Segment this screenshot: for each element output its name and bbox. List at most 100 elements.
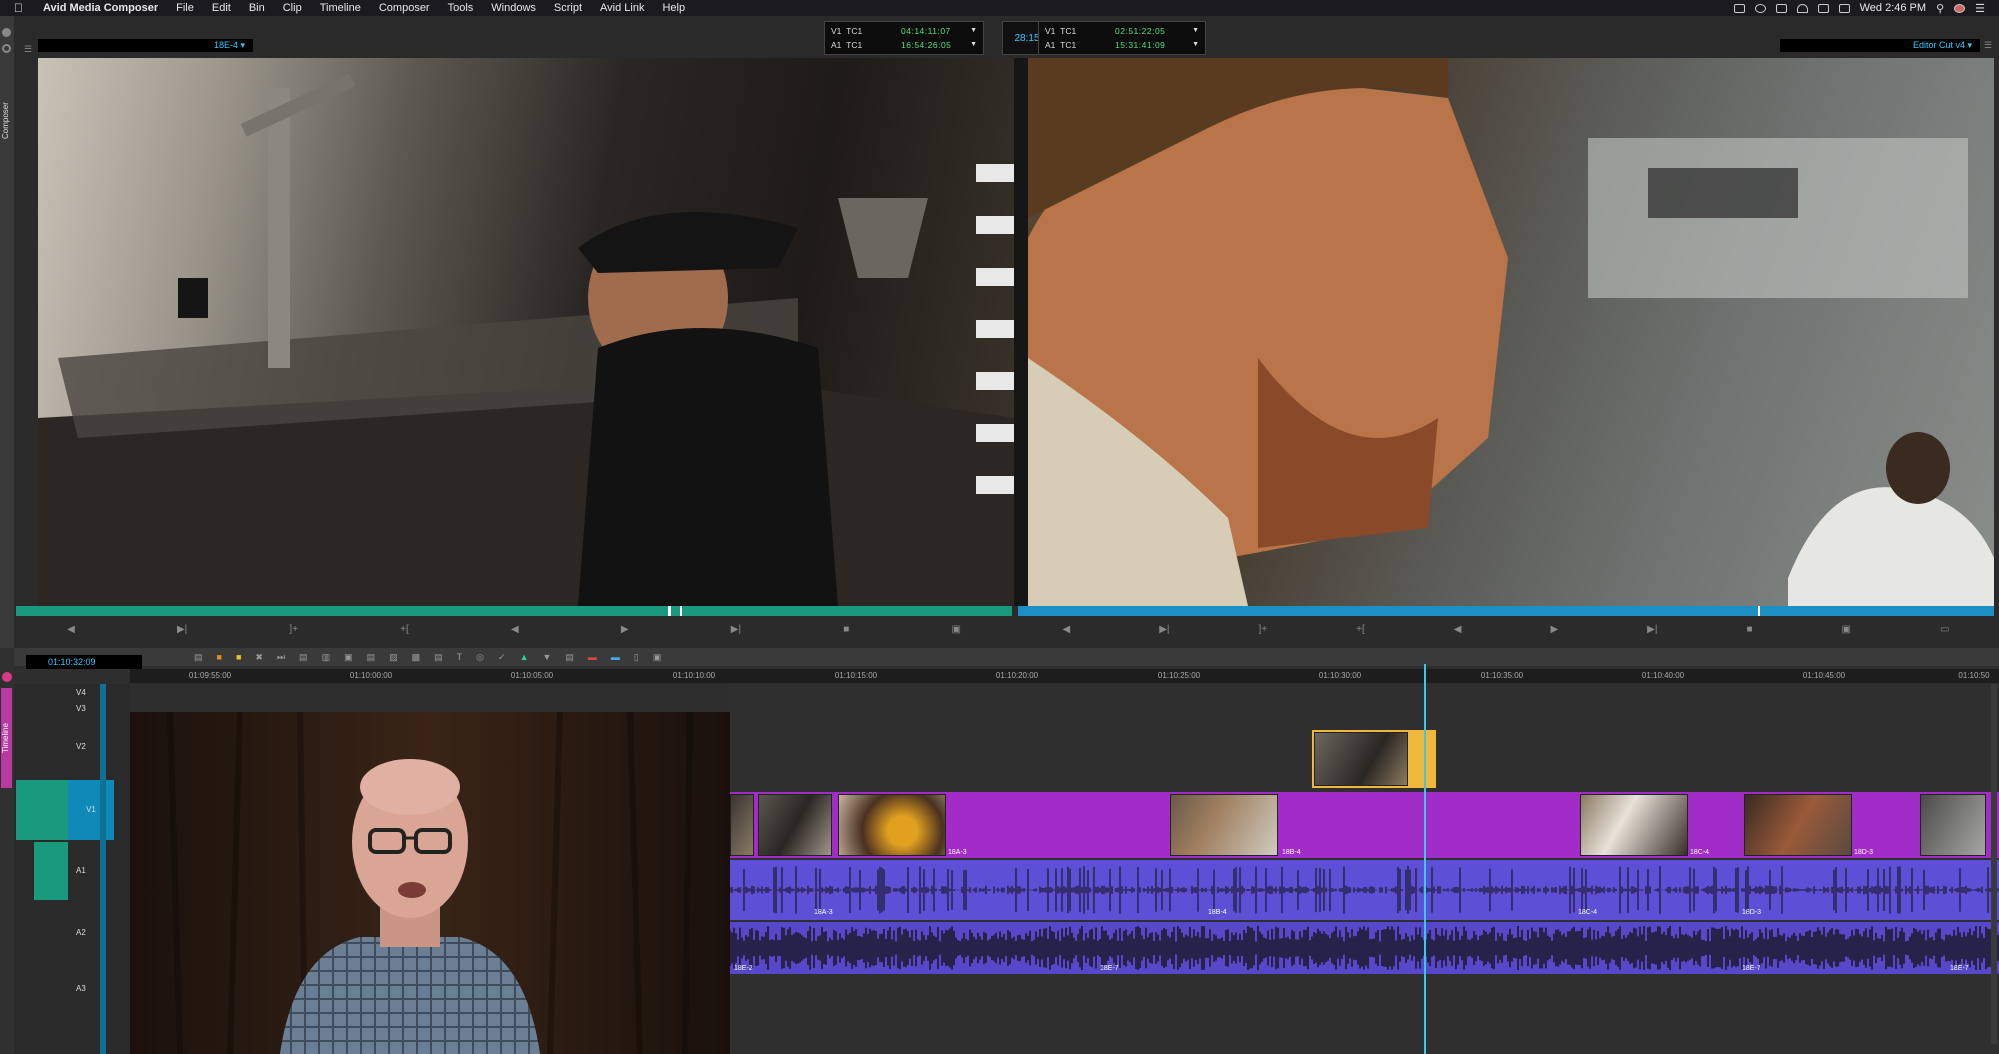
menu-bin[interactable]: Bin — [249, 2, 265, 14]
timeline-tool-icon[interactable]: ◎ — [476, 652, 484, 663]
record-timecode-display[interactable]: V1 TC1 02:51:22:05 ▼ A1 TC1 15:31:41:09 ▼ — [1038, 21, 1206, 55]
record-position-indicator[interactable] — [1758, 606, 1760, 616]
extract-icon[interactable]: ▣ — [1842, 624, 1851, 635]
v2-clip[interactable] — [1312, 730, 1436, 788]
menu-script[interactable]: Script — [554, 2, 582, 14]
a1-track-clips[interactable]: 18A-3 18B-4 18C-4 18D-3 — [730, 860, 1999, 920]
dropdown-arrow-icon[interactable]: ▼ — [970, 24, 977, 38]
play-icon[interactable]: ▶ — [1550, 624, 1558, 635]
composer-tab[interactable]: Composer — [1, 86, 12, 156]
timeline-tool-icon[interactable]: ▨ — [389, 652, 398, 663]
status-icon-sync[interactable] — [1754, 3, 1766, 13]
track-header-a3[interactable]: A3 — [76, 982, 86, 996]
a2-track-clips[interactable]: 18E-2 18E-7 18E-7 18E-7 — [730, 922, 1999, 974]
user-avatar-icon[interactable] — [1954, 3, 1966, 13]
menu-avid-link[interactable]: Avid Link — [600, 2, 644, 14]
timeline-tool-icon[interactable]: ▥ — [322, 652, 331, 663]
status-icon-airplay[interactable] — [1817, 3, 1829, 13]
timeline-tool-icon[interactable]: ✖ — [255, 652, 263, 663]
track-header-a2[interactable]: A2 — [76, 926, 86, 940]
menu-help[interactable]: Help — [662, 2, 685, 14]
status-icon-wifi[interactable] — [1796, 3, 1808, 13]
dropdown-arrow-icon[interactable]: ▼ — [970, 38, 977, 52]
source-monitor[interactable] — [38, 58, 1014, 606]
go-to-in-icon[interactable]: ◀ — [1454, 624, 1462, 635]
volume-icon[interactable] — [1838, 3, 1850, 13]
source-menu-icon[interactable]: ☰ — [24, 44, 32, 55]
timeline-tab[interactable]: Timeline — [1, 688, 12, 788]
trim-in-icon[interactable]: ]+ — [289, 624, 298, 635]
timeline-scrollbar[interactable] — [1991, 684, 1997, 1044]
mark-out-icon[interactable]: +[ — [1356, 624, 1365, 635]
track-header-v2[interactable]: V2 — [76, 740, 86, 754]
close-icon[interactable] — [2, 28, 11, 37]
fullscreen-icon[interactable]: ▭ — [1940, 624, 1949, 635]
dropdown-arrow-icon[interactable]: ▼ — [1192, 24, 1199, 38]
timeline-tool-icon[interactable]: ▩ — [412, 652, 421, 663]
timeline-tool-icon[interactable]: ▤ — [367, 652, 376, 663]
timeline-close-icon[interactable] — [2, 672, 12, 682]
source-track-v1[interactable] — [16, 780, 68, 840]
timeline-tool-icon[interactable]: ■ — [236, 652, 241, 662]
menu-timeline[interactable]: Timeline — [320, 2, 361, 14]
record-sequence-name[interactable]: Editor Cut v4 ▾ — [1780, 39, 1980, 52]
source-track-a1[interactable] — [34, 842, 68, 900]
track-header-v1[interactable]: V1 — [68, 780, 114, 840]
timeline-tool-icon[interactable]: ⏭ — [277, 652, 285, 663]
lift-icon[interactable]: ■ — [1746, 624, 1752, 635]
track-header-a1[interactable]: A1 — [76, 864, 86, 878]
menu-tools[interactable]: Tools — [448, 2, 474, 14]
mark-in-icon[interactable]: ▶| — [1159, 624, 1169, 635]
source-position-indicator[interactable] — [668, 606, 671, 616]
timeline-tool-icon[interactable]: ▤ — [434, 652, 443, 663]
timeline-tool-icon[interactable]: ▲ — [520, 652, 529, 662]
menu-windows[interactable]: Windows — [491, 2, 536, 14]
menu-file[interactable]: File — [176, 2, 194, 14]
step-back-icon[interactable]: ◀ — [67, 624, 75, 635]
track-header-v4[interactable]: V4 — [76, 686, 86, 700]
go-to-out-icon[interactable]: ▶| — [731, 624, 741, 635]
menu-composer[interactable]: Composer — [379, 2, 430, 14]
source-clip-name[interactable]: 18E-4 ▾ — [38, 39, 253, 52]
menu-clock[interactable]: Wed 2:46 PM — [1860, 2, 1926, 14]
step-back-icon[interactable]: ◀ — [1063, 624, 1071, 635]
trim-in-icon[interactable]: ]+ — [1259, 624, 1268, 635]
apple-menu-icon[interactable]:  — [14, 1, 23, 15]
timeline-tool-icon[interactable]: ▣ — [653, 652, 662, 663]
record-monitor[interactable] — [1028, 58, 1994, 606]
timeline-tool-icon[interactable]: ■ — [217, 652, 222, 662]
v1-track-clips[interactable]: 18A-3 18B-4 18C-4 18D-3 — [730, 792, 1999, 858]
track-header-v3[interactable]: V3 — [76, 702, 86, 716]
record-menu-icon[interactable]: ☰ — [1984, 40, 1992, 51]
status-icon-display[interactable] — [1733, 3, 1745, 13]
source-position-bar[interactable] — [16, 606, 1012, 616]
notification-center-icon[interactable]: ☰ — [1975, 2, 1985, 15]
menu-clip[interactable]: Clip — [283, 2, 302, 14]
menu-app-name[interactable]: Avid Media Composer — [43, 2, 158, 14]
mark-in-icon[interactable]: ▶| — [177, 624, 187, 635]
timeline-tool-icon[interactable]: ▬ — [588, 652, 597, 662]
timeline-tool-icon[interactable]: ▣ — [344, 652, 353, 663]
timeline-tool-icon[interactable]: ✓ — [498, 652, 506, 663]
timeline-current-tc[interactable]: 01:10:32:09 — [26, 655, 142, 669]
splice-in-icon[interactable]: ■ — [843, 624, 849, 635]
go-to-out-icon[interactable]: ▶| — [1647, 624, 1657, 635]
timeline-tool-icon[interactable]: ▤ — [299, 652, 308, 663]
timeline-tool-icon[interactable]: ▤ — [194, 652, 203, 663]
spotlight-search-icon[interactable]: ⚲ — [1936, 2, 1944, 15]
overwrite-icon[interactable]: ▣ — [951, 624, 960, 635]
timeline-tool-icon[interactable]: ▬ — [611, 652, 620, 662]
go-to-in-icon[interactable]: ◀ — [511, 624, 519, 635]
mark-out-icon[interactable]: +[ — [400, 624, 409, 635]
status-icon-bluetooth[interactable] — [1775, 3, 1787, 13]
menu-edit[interactable]: Edit — [212, 2, 231, 14]
record-position-bar[interactable] — [1018, 606, 1994, 616]
timeline-tool-icon[interactable]: ▯ — [634, 652, 639, 663]
timeline-ruler[interactable]: 01:09:55:00 01:10:00:00 01:10:05:00 01:1… — [130, 669, 1999, 683]
timeline-tool-icon[interactable]: ▼ — [542, 652, 551, 662]
play-icon[interactable]: ▶ — [621, 624, 629, 635]
timeline-tool-icon[interactable]: ▤ — [565, 652, 574, 663]
timeline-tool-icon[interactable]: T — [457, 652, 463, 662]
source-timecode-display[interactable]: V1 TC1 04:14:11:07 ▼ A1 TC1 16:54:26:05 ▼ — [824, 21, 984, 55]
timeline-playhead[interactable] — [1424, 664, 1426, 1054]
